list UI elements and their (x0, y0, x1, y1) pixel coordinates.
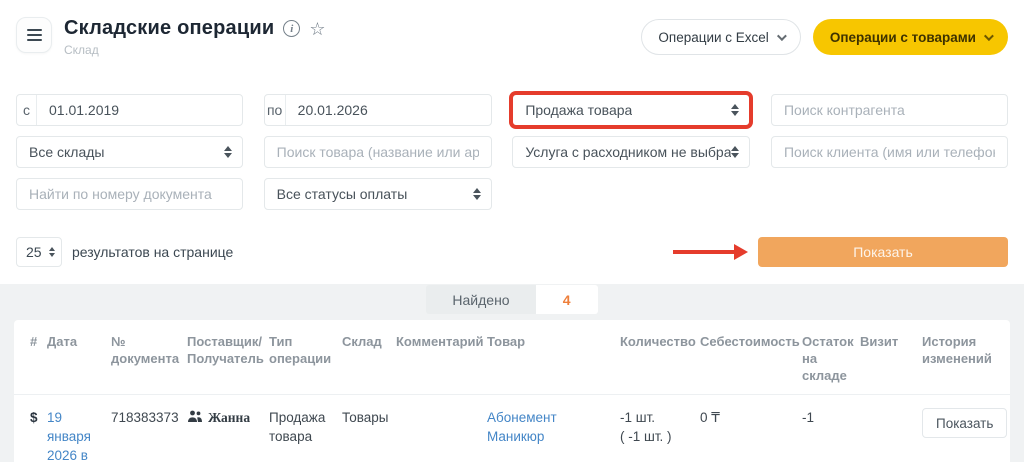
hamburger-menu-icon[interactable] (16, 17, 52, 53)
goods-operations-label: Операции с товарами (830, 30, 976, 45)
operations-table: # Дата № документа Поставщик/ Получатель… (14, 320, 1010, 462)
quantity-extra: ( -1 шт. ) (620, 427, 692, 446)
payment-status-select[interactable]: Все статусы оплаты (264, 178, 492, 210)
operation-type-value: Продажа товара (525, 102, 632, 118)
col-header-doc-number: № документа (111, 320, 187, 395)
per-page-group: 25 результатов на странице (16, 237, 233, 267)
operation-type-select[interactable]: Продажа товара (512, 94, 750, 126)
product-search-input[interactable] (264, 136, 492, 168)
date-from-label: с (17, 95, 37, 125)
per-page-select[interactable]: 25 (16, 237, 62, 267)
excel-operations-button[interactable]: Операции с Excel (641, 19, 800, 55)
breadcrumb: Склад (64, 43, 325, 57)
col-header-quantity: Количество (620, 320, 700, 395)
date-to-input[interactable] (286, 95, 491, 125)
found-count-badge: 4 (536, 285, 598, 314)
col-header-product: Товар (487, 320, 620, 395)
page-header: Складские операции i ☆ Склад Операции с … (0, 0, 1024, 76)
quantity-value: -1 шт. (620, 408, 692, 427)
annotation-arrow-icon (673, 250, 735, 254)
found-tab: Найдено 4 (426, 285, 597, 314)
select-updown-icon (224, 146, 232, 158)
operation-date-link[interactable]: 19 января 2026 в 15:20 (47, 410, 91, 462)
col-header-partner: Поставщик/ Получатель (187, 320, 269, 395)
goods-operations-button[interactable]: Операции с товарами (813, 19, 1008, 55)
title-block: Складские операции i ☆ Склад (64, 17, 325, 57)
col-header-cost: Себестоимость (700, 320, 802, 395)
counterparty-search-input[interactable] (771, 94, 1008, 126)
per-page-label: результатов на странице (72, 244, 233, 260)
warehouse-cell: Товары (342, 410, 388, 425)
doc-number-value: 718383373 (111, 410, 179, 425)
info-icon[interactable]: i (283, 20, 300, 37)
money-icon: $ (30, 410, 38, 425)
cost-value: 0 ₸ (700, 410, 720, 425)
excel-operations-label: Операции с Excel (658, 30, 768, 45)
warehouse-select[interactable]: Все склады (16, 136, 243, 168)
select-updown-icon (731, 146, 739, 158)
col-header-number: # (14, 320, 47, 395)
product-link[interactable]: Абонемент Маникюр (487, 410, 557, 444)
table-row: $ 19 января 2026 в 15:20 718383373 Жанна (14, 395, 1010, 462)
warehouse-operations-page: Складские операции i ☆ Склад Операции с … (0, 0, 1024, 462)
warehouse-value: Все склады (29, 144, 104, 160)
col-header-comment: Комментарий (396, 320, 487, 395)
stock-remainder-value: -1 (802, 410, 814, 425)
col-header-visit: Визит (860, 320, 922, 395)
page-title: Складские операции (64, 17, 274, 40)
operation-type-cell: Продажа товара (269, 410, 325, 444)
col-header-warehouse: Склад (342, 320, 396, 395)
operations-table-card: # Дата № документа Поставщик/ Получатель… (14, 320, 1010, 462)
service-consumable-value: Услуга с расходником не выбрана (525, 144, 731, 160)
filters-footer: 25 результатов на странице Показать (16, 237, 1008, 267)
date-to-field: по (264, 94, 492, 126)
select-updown-icon (49, 247, 55, 257)
found-label: Найдено (426, 285, 535, 314)
header-actions: Операции с Excel Операции с товарами (641, 17, 1008, 55)
history-show-button[interactable]: Показать (922, 408, 1007, 438)
filters-panel: с по Продажа товара Все склады Услуга с … (0, 76, 1024, 267)
date-from-input[interactable] (37, 95, 242, 125)
results-section: Найдено 4 # Дата № документа Поставщи (0, 284, 1024, 462)
star-icon[interactable]: ☆ (309, 20, 325, 38)
date-from-field: с (16, 94, 243, 126)
col-header-operation-type: Тип операции (269, 320, 342, 395)
payment-status-value: Все статусы оплаты (277, 186, 408, 202)
table-header-row: # Дата № документа Поставщик/ Получатель… (14, 320, 1010, 395)
chevron-down-icon (984, 31, 994, 41)
partner-name: Жанна (208, 408, 250, 427)
show-results-button[interactable]: Показать (758, 237, 1008, 267)
found-bar: Найдено 4 (0, 284, 1024, 314)
col-header-history: История изменений (922, 320, 1010, 395)
chevron-down-icon (777, 31, 787, 41)
service-consumable-select[interactable]: Услуга с расходником не выбрана (512, 136, 750, 168)
document-number-input[interactable] (16, 178, 243, 210)
select-updown-icon (473, 188, 481, 200)
col-header-stock: Остаток на складе (802, 320, 860, 395)
date-to-label: по (265, 95, 286, 125)
col-header-date: Дата (47, 320, 111, 395)
per-page-value: 25 (26, 244, 42, 260)
client-search-input[interactable] (771, 136, 1008, 168)
select-updown-icon (731, 104, 739, 116)
people-icon (187, 408, 203, 423)
